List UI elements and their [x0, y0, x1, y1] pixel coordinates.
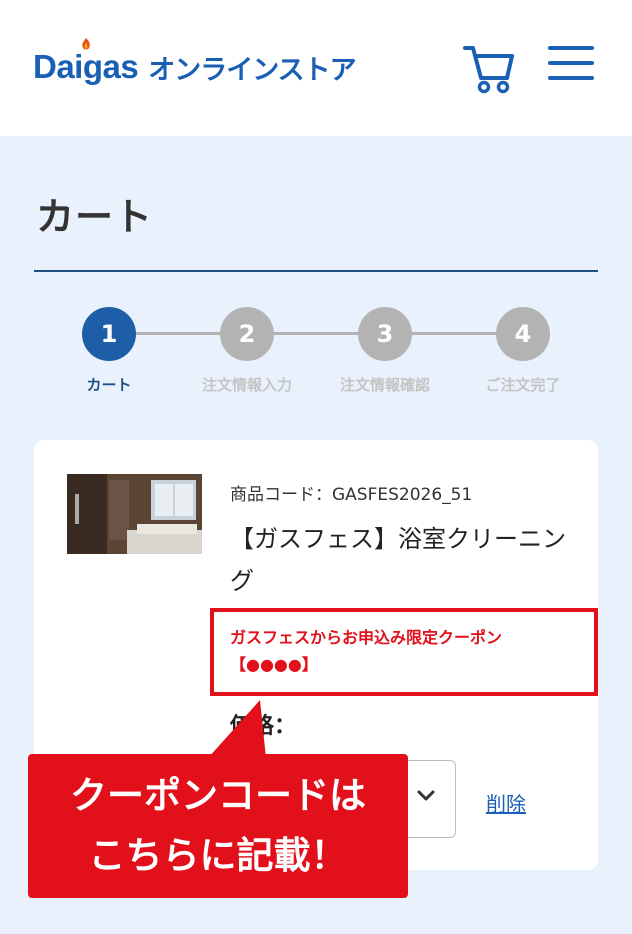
- product-code: 商品コード：GASFES2026_51: [230, 485, 473, 505]
- chevron-down-icon: [417, 790, 435, 801]
- logo-brand-text: Daigas: [33, 48, 139, 85]
- coupon-callout: クーポンコードは こちらに記載！: [28, 754, 408, 898]
- checkout-steps: 1 2 3 4 カート 注文情報入力 注文情報確認 ご注文完了: [0, 300, 632, 410]
- menu-bar: [548, 61, 594, 65]
- logo-store-text: オンラインストア: [148, 54, 356, 86]
- step-3-circle: 3: [358, 307, 412, 361]
- cart-icon[interactable]: [461, 40, 517, 96]
- callout-line-2: こちらに記載！: [88, 834, 348, 877]
- coupon-note: ガスフェスからお申込み限定クーポン【●●●●】: [230, 628, 503, 674]
- flame-icon: [82, 38, 90, 50]
- menu-bar: [548, 46, 594, 50]
- product-name[interactable]: 【ガスフェス】浴室クリーニング: [230, 518, 570, 602]
- site-logo[interactable]: Daigas オンラインストア: [33, 38, 357, 92]
- site-header: Daigas オンラインストア: [0, 0, 632, 136]
- delete-link[interactable]: 削除: [486, 788, 526, 817]
- step-4-circle: 4: [496, 307, 550, 361]
- step-4-label: ご注文完了: [485, 376, 561, 394]
- page-title: カート: [36, 195, 154, 239]
- step-1-circle: 1: [82, 307, 136, 361]
- title-divider: [34, 270, 598, 272]
- step-2-circle: 2: [220, 307, 274, 361]
- hamburger-menu-icon[interactable]: [548, 46, 594, 86]
- step-3-label: 注文情報確認: [339, 376, 430, 394]
- menu-bar: [548, 76, 594, 80]
- step-2-label: 注文情報入力: [201, 376, 292, 394]
- product-thumbnail[interactable]: [67, 474, 202, 554]
- step-1-label: カート: [86, 376, 132, 394]
- callout-pointer: [208, 700, 266, 758]
- callout-line-1: クーポンコードは: [70, 774, 366, 817]
